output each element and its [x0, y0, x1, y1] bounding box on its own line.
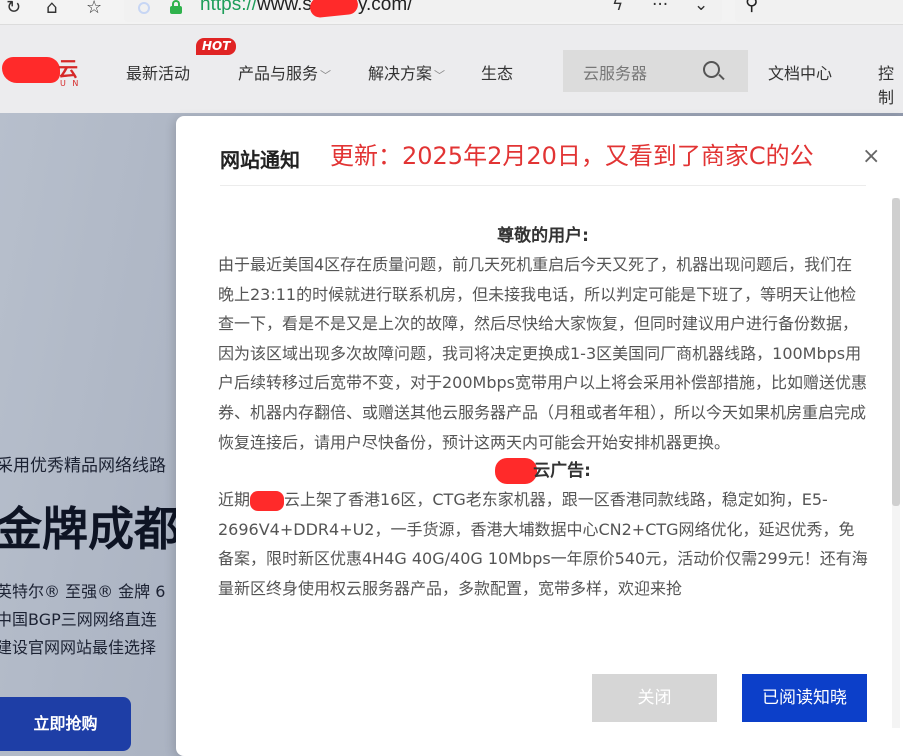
favorites-icon[interactable]: ☆ [86, 0, 102, 20]
modal-header: 网站通知 更新：2025年2月20日，又看到了商家C的公 × [176, 116, 903, 188]
lock-icon [170, 0, 182, 14]
redaction-mark [495, 458, 538, 485]
nav-item-solutions[interactable]: 解决方案 ﹀ [368, 60, 445, 84]
notice-text: 由于最近美国4区存在质量问题，前几天死机重启后今天又死了，机器出现问题后，我们在… [218, 255, 867, 452]
hero-headline: 金牌成都 [0, 502, 180, 556]
search-icon[interactable]: ⚲ [745, 0, 758, 15]
ad-text: 近期 云上架了香港16区，CTG老东家机器，跟一区香港同款线路，稳定如狗，E5-2… [218, 490, 868, 598]
scrollbar-thumb[interactable] [892, 198, 900, 506]
hero-subtitle: 采用优秀精品网络线路 [0, 456, 166, 476]
buy-now-button[interactable]: 立即抢购 [0, 697, 131, 751]
bolt-icon[interactable]: ϟ [612, 0, 623, 16]
logo-subtext: U N [60, 79, 81, 88]
hero-line: 英特尔® 至强® 金牌 6 [0, 582, 166, 601]
hot-badge: HOT [196, 38, 237, 55]
nav-item-ecosystem[interactable]: 生态 [481, 60, 513, 84]
modal-body: 尊敬的用户: 由于最近美国4区存在质量问题，前几天死机重启后今天又死了，机器出现… [218, 222, 868, 646]
ad-heading: 云广告: [218, 457, 868, 485]
redaction-mark [2, 57, 60, 83]
browser-toolbar: ↻ ⌂ ☆ https://www.s y.com/ ϟ ··· ⌄ ⚲ [0, 0, 903, 25]
notice-modal: 网站通知 更新：2025年2月20日，又看到了商家C的公 × 尊敬的用户: 由于… [176, 116, 903, 756]
chevron-down-icon[interactable]: ⌄ [694, 0, 708, 16]
site-info-icon[interactable] [138, 2, 150, 14]
search-placeholder: 云服务器 [583, 64, 648, 83]
hero-line: 建设官网网站最佳选择 [0, 638, 157, 657]
logo-text: 云 [58, 57, 78, 81]
site-header: 云 U N HOT 最新活动 产品与服务 ﹀ 解决方案 ﹀ 生态 云服务器 文档中心… [0, 25, 903, 113]
hero-line: 中国BGP三网网络直连 [0, 610, 157, 629]
chevron-down-icon: ﹀ [320, 69, 332, 82]
acknowledge-button[interactable]: 已阅读知晓 [742, 674, 867, 722]
address-bar[interactable]: https://www.s y.com/ ϟ ··· ⌄ [124, 0, 722, 22]
divider [220, 185, 866, 186]
reload-icon[interactable]: ↻ [6, 0, 21, 20]
address-url[interactable]: https://www.s y.com/ [200, 0, 412, 16]
chevron-down-icon: ﹀ [434, 69, 446, 82]
browser-search-box[interactable]: ⚲ [735, 0, 903, 22]
nav-item-console[interactable]: 控制 [878, 60, 903, 108]
close-icon[interactable]: × [862, 146, 880, 168]
nav-item-latest[interactable]: 最新活动 [126, 60, 190, 84]
site-search[interactable]: 云服务器 [563, 50, 748, 92]
notice-greeting: 尊敬的用户: [497, 226, 589, 246]
redaction-mark [250, 490, 285, 511]
close-button[interactable]: 关闭 [592, 674, 717, 722]
site-logo[interactable]: 云 U N [2, 53, 86, 93]
nav-item-products[interactable]: 产品与服务 ﹀ [238, 60, 331, 84]
marquee-text: 更新：2025年2月20日，又看到了商家C的公 [330, 142, 814, 170]
home-icon[interactable]: ⌂ [46, 0, 57, 20]
modal-title: 网站通知 [220, 148, 300, 172]
nav-item-docs[interactable]: 文档中心 [768, 60, 832, 84]
search-icon[interactable] [703, 61, 720, 78]
more-icon[interactable]: ··· [652, 0, 668, 16]
